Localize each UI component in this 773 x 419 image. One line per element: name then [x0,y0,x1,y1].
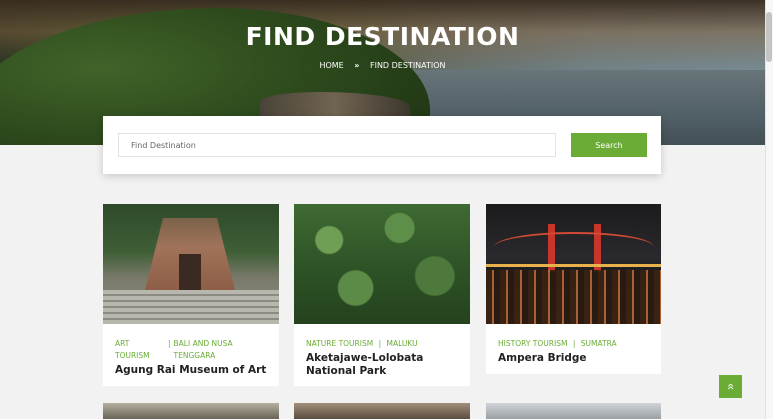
search-button[interactable]: Search [571,133,647,157]
destination-image[interactable] [486,204,661,324]
double-chevron-up-icon: » [723,383,737,390]
breadcrumb-current: FIND DESTINATION [369,61,446,70]
destination-category[interactable]: ART TOURISM [115,338,165,362]
search-panel: Search [103,116,661,174]
destination-card[interactable] [294,403,470,419]
meta-divider: | [378,339,382,348]
breadcrumb-separator-icon: » [354,61,360,70]
breadcrumb-home-link[interactable]: HOME [319,61,343,70]
destination-category[interactable]: NATURE TOURISM [306,339,373,348]
destination-region[interactable]: BALI AND NUSA TENGGARA [174,338,244,362]
page-title: FIND DESTINATION [245,22,520,51]
breadcrumb: HOME » FIND DESTINATION [0,61,765,70]
destination-card[interactable] [103,403,279,419]
scrollbar-track[interactable] [765,0,773,419]
destination-card[interactable]: HISTORY TOURISM | SUMATRA Ampera Bridge [486,204,661,374]
destination-image[interactable] [294,403,470,419]
destination-card[interactable]: NATURE TOURISM | MALUKU Aketajawe-Loloba… [294,204,470,386]
destination-card[interactable] [486,403,661,419]
destination-title[interactable]: Aketajawe-Lolobata National Park [306,352,460,378]
meta-divider: | [572,339,576,348]
destination-image[interactable] [103,403,279,419]
destination-image[interactable] [294,204,470,324]
destination-meta: ART TOURISM | BALI AND NUSA TENGGARA [115,338,269,362]
destination-meta: HISTORY TOURISM | SUMATRA [498,338,651,350]
search-input[interactable] [118,133,556,157]
destination-meta: NATURE TOURISM | MALUKU [306,338,460,350]
back-to-top-button[interactable]: » [719,375,742,398]
scrollbar-thumb[interactable] [766,12,772,62]
destination-region[interactable]: MALUKU [387,339,418,348]
destination-category[interactable]: HISTORY TOURISM [498,339,567,348]
destination-card[interactable]: ART TOURISM | BALI AND NUSA TENGGARA Agu… [103,204,279,386]
destination-region[interactable]: SUMATRA [581,339,617,348]
destination-title[interactable]: Ampera Bridge [498,352,651,365]
meta-divider: | [168,339,171,348]
destination-image[interactable] [103,204,279,324]
destination-image[interactable] [486,403,661,419]
destination-title[interactable]: Agung Rai Museum of Art [115,364,269,377]
